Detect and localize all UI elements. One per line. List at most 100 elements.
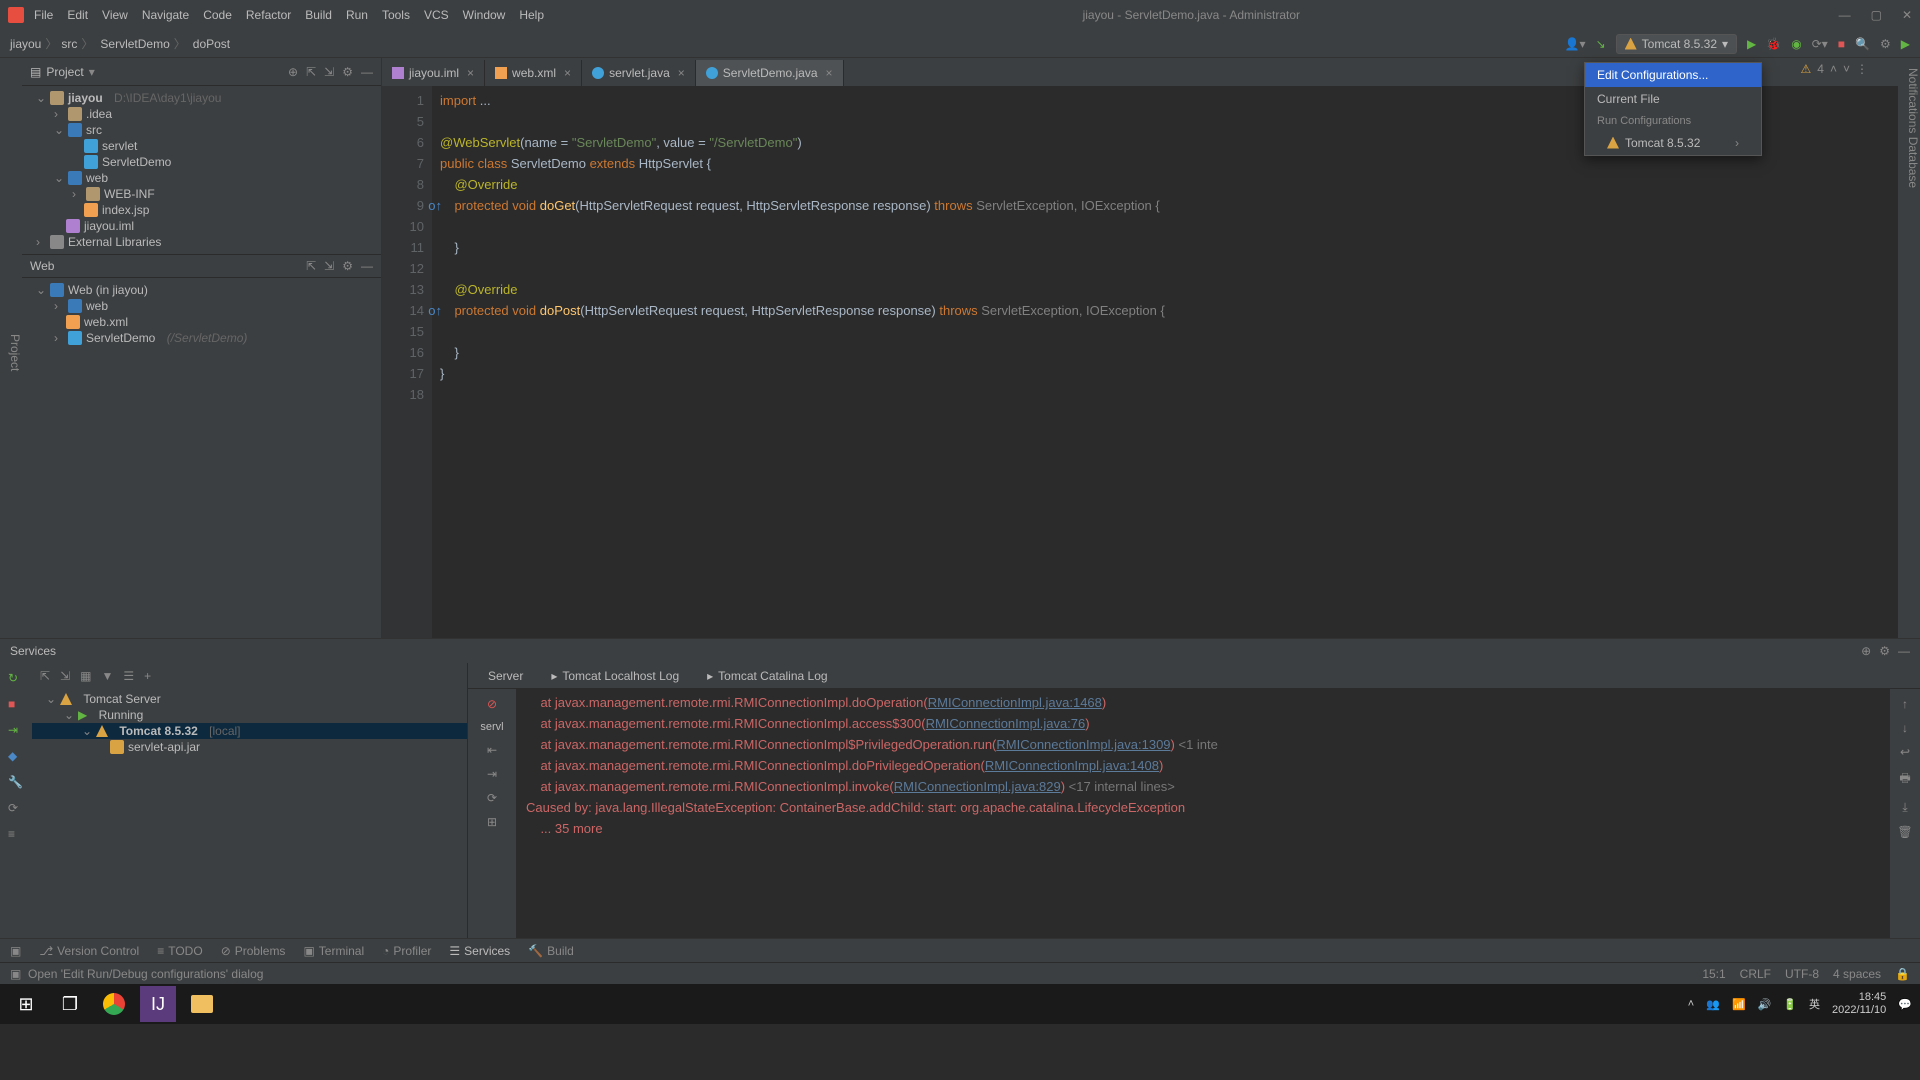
tab-services[interactable]: ☰Services (449, 944, 510, 958)
more-icon[interactable]: ⋮ (1856, 62, 1868, 76)
expand-icon[interactable]: ⇱ (306, 259, 316, 273)
rerun-icon[interactable]: ↻ (8, 671, 24, 687)
web-tree-webxml[interactable]: web.xml (22, 314, 381, 330)
menu-file[interactable]: File (34, 8, 53, 22)
run-icon[interactable]: ▶ (1747, 37, 1756, 51)
wrap-icon[interactable]: ↩ (1900, 745, 1910, 759)
arrow-icon[interactable]: ⇤ (487, 743, 497, 757)
tree-web[interactable]: ⌄web (22, 170, 381, 186)
breadcrumb-method[interactable]: doPost (190, 37, 230, 51)
arrow-icon[interactable]: ⇥ (487, 767, 497, 781)
svc-tab-catalina[interactable]: ▸Tomcat Catalina Log (693, 665, 841, 687)
svc-tomcat-instance[interactable]: ⌄ Tomcat 8.5.32 [local] (32, 723, 467, 739)
expand-icon[interactable]: ⇱ (306, 65, 316, 79)
refresh-icon[interactable]: ⟳ (487, 791, 497, 805)
print-icon[interactable]: 🖶 (1899, 769, 1910, 790)
menu-view[interactable]: View (102, 8, 128, 22)
hammer-icon[interactable]: ↘ (1596, 37, 1606, 51)
chevron-down-icon[interactable]: ▾ (89, 65, 95, 79)
web-tree-servletdemo[interactable]: ›ServletDemo (/ServletDemo) (22, 330, 381, 346)
hide-icon[interactable]: — (361, 259, 373, 273)
code-content[interactable]: import ... @WebServlet(name = "ServletDe… (432, 86, 1898, 638)
menu-refactor[interactable]: Refactor (246, 8, 291, 22)
debug-icon[interactable]: 🐞 (1766, 37, 1781, 51)
tree-iml[interactable]: jiayou.iml (22, 218, 381, 234)
add-user-icon[interactable]: 👤▾ (1565, 37, 1586, 51)
menu-vcs[interactable]: VCS (424, 8, 449, 22)
close-icon[interactable]: × (678, 66, 685, 80)
menu-build[interactable]: Build (305, 8, 332, 22)
tree-root[interactable]: ⌄jiayou D:\IDEA\day1\jiayou (22, 90, 381, 106)
close-icon[interactable]: × (826, 66, 833, 80)
lock-icon[interactable]: 🔒 (1895, 967, 1910, 981)
tray-notif-icon[interactable]: 💬 (1898, 998, 1912, 1011)
tab-profiler[interactable]: ◔Profiler (382, 944, 431, 958)
minimize-icon[interactable]: — (1839, 8, 1851, 22)
tab-terminal[interactable]: ▣Terminal (303, 944, 364, 958)
collapse-icon[interactable]: ⇲ (324, 259, 334, 273)
breadcrumb-src[interactable]: src (61, 37, 77, 51)
hide-icon[interactable]: — (361, 65, 373, 79)
clear-icon[interactable]: 🗑 (1897, 825, 1912, 839)
select-opened-icon[interactable]: ⊕ (288, 65, 298, 79)
intellij-icon[interactable]: IJ (140, 986, 176, 1022)
chrome-icon[interactable] (96, 986, 132, 1022)
menu-code[interactable]: Code (203, 8, 232, 22)
coverage-icon[interactable]: ◉ (1791, 37, 1801, 51)
gear-icon[interactable]: ⚙ (1879, 644, 1890, 658)
close-icon[interactable]: × (564, 66, 571, 80)
svc-tab-localhost[interactable]: ▸Tomcat Localhost Log (537, 665, 693, 687)
search-icon[interactable]: 🔍 (1855, 37, 1870, 51)
deploy-icon[interactable]: ⇥ (8, 723, 24, 739)
menu-help[interactable]: Help (519, 8, 544, 22)
collapse-icon[interactable]: ⇲ (324, 65, 334, 79)
tray-up-icon[interactable]: ˄ (1688, 998, 1694, 1010)
svc-tab-server[interactable]: Server (474, 665, 537, 687)
stop-icon[interactable]: ■ (8, 697, 24, 713)
breadcrumb-class[interactable]: ServletDemo (97, 37, 169, 51)
wrench-icon[interactable]: 🔧 (8, 775, 24, 791)
tree-idea[interactable]: ›.idea (22, 106, 381, 122)
tray-ime-icon[interactable]: 英 (1809, 996, 1820, 1012)
tray-people-icon[interactable]: 👥 (1706, 998, 1720, 1011)
tab-build[interactable]: 🔨Build (528, 944, 574, 958)
dropdown-edit-configs[interactable]: Edit Configurations... (1585, 63, 1761, 87)
close-icon[interactable]: × (467, 66, 474, 80)
tab-iml[interactable]: jiayou.iml× (382, 60, 485, 86)
status-icon[interactable]: ▣ (10, 967, 21, 981)
tray-time[interactable]: 18:45 (1832, 991, 1886, 1004)
tray-battery-icon[interactable]: 🔋 (1783, 998, 1797, 1011)
stack-icon[interactable]: ≡ (8, 827, 24, 843)
explorer-icon[interactable] (184, 986, 220, 1022)
code-editor[interactable]: 1 5 6 7 8 9o↑ 10 11 12 13 14o↑ 15 16 17 … (382, 86, 1898, 638)
up-icon[interactable]: ↑ (1902, 697, 1908, 711)
left-corner-icon[interactable]: ▣ (10, 944, 21, 958)
start-button[interactable]: ⊞ (8, 986, 44, 1022)
tab-version-control[interactable]: ⎇Version Control (39, 944, 139, 958)
tab-servletdemo[interactable]: ServletDemo.java× (696, 60, 844, 86)
tree-src[interactable]: ⌄src (22, 122, 381, 138)
tree-servletdemo[interactable]: ServletDemo (22, 154, 381, 170)
svc-running[interactable]: ⌄▶ Running (32, 707, 467, 723)
tree-indexjsp[interactable]: index.jsp (22, 202, 381, 218)
gear-icon[interactable]: ⚙ (342, 65, 353, 79)
run-config-selector[interactable]: Tomcat 8.5.32 ▾ (1616, 34, 1737, 54)
status-indent[interactable]: 4 spaces (1833, 967, 1881, 981)
reload-icon[interactable]: ⟳ (8, 801, 24, 817)
filter-icon[interactable]: ▼ (101, 669, 113, 683)
maximize-icon[interactable]: ▢ (1871, 8, 1882, 22)
tab-webxml[interactable]: web.xml× (485, 60, 582, 86)
settings-icon[interactable]: ⚙ (1880, 37, 1891, 51)
svc-jar[interactable]: servlet-api.jar (32, 739, 467, 755)
close-icon[interactable]: ✕ (1902, 8, 1912, 22)
dropdown-tomcat[interactable]: Tomcat 8.5.32 › (1585, 131, 1761, 155)
task-view-icon[interactable]: ❐ (52, 986, 88, 1022)
left-tool-rail[interactable]: Project (0, 58, 22, 638)
tab-servlet[interactable]: servlet.java× (582, 60, 696, 86)
menu-window[interactable]: Window (463, 8, 506, 22)
tree-servlet[interactable]: servlet (22, 138, 381, 154)
target-icon[interactable]: ⊕ (1861, 644, 1871, 658)
profile-icon[interactable]: ⟳▾ (1812, 37, 1828, 51)
menu-navigate[interactable]: Navigate (142, 8, 189, 22)
tray-wifi-icon[interactable]: 📶 (1732, 998, 1746, 1011)
